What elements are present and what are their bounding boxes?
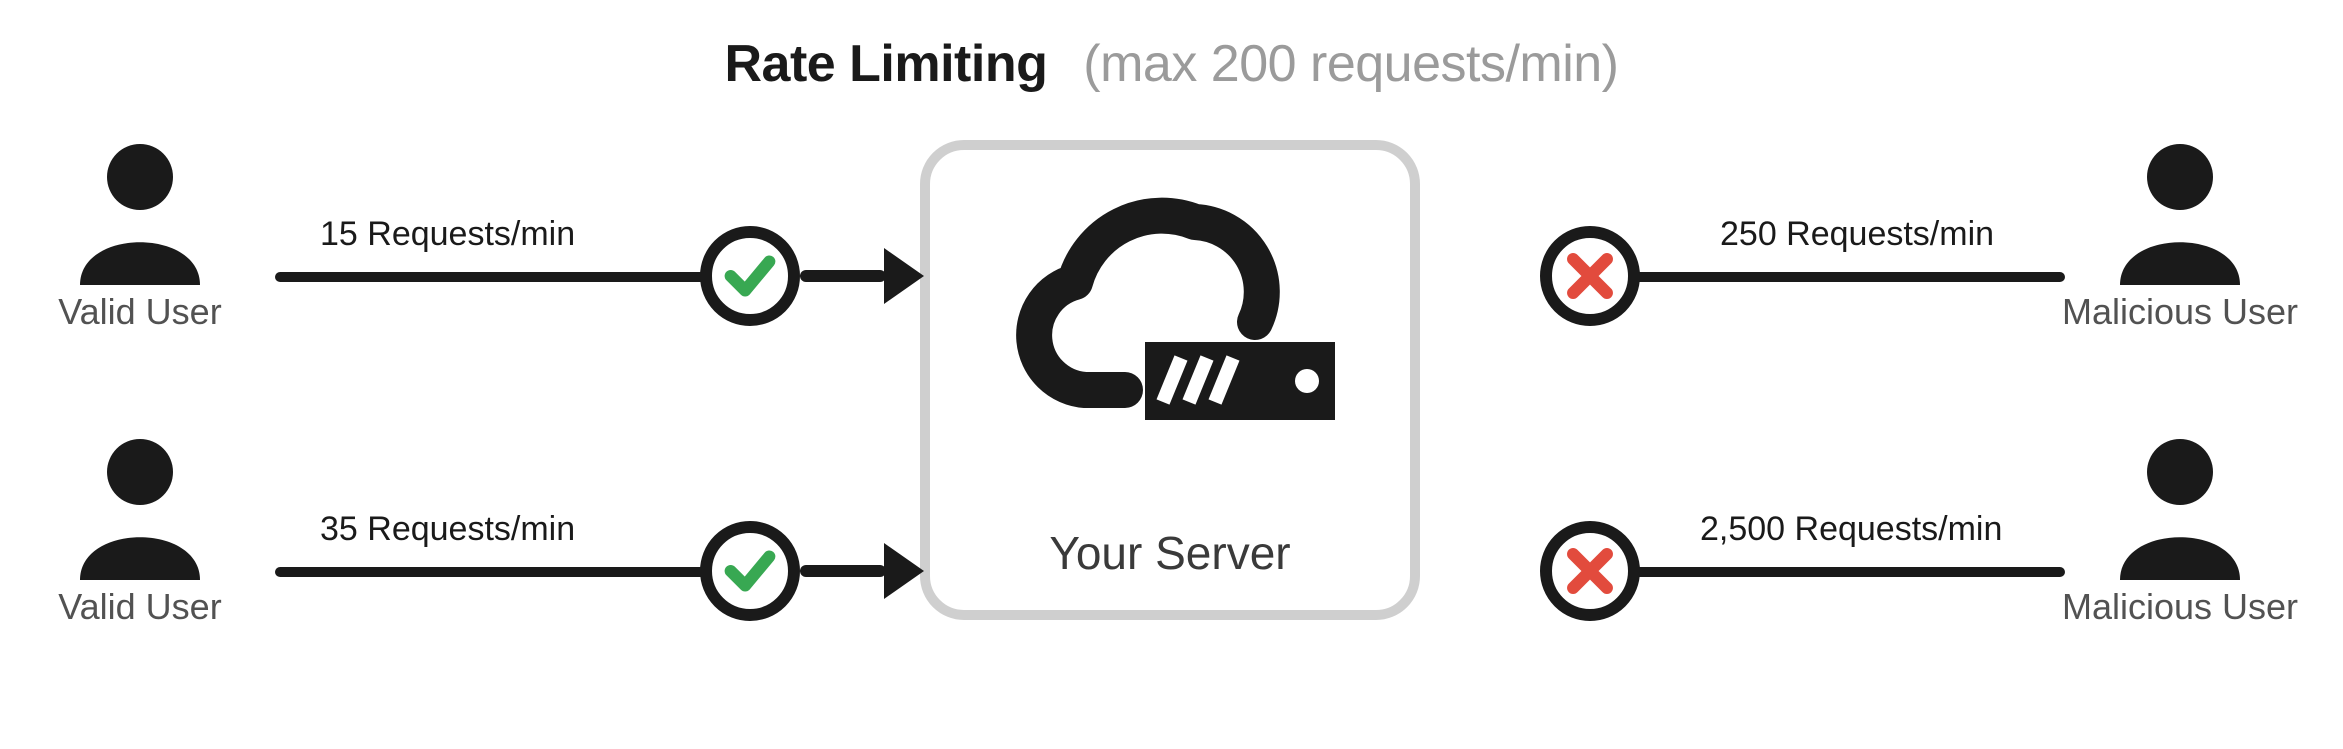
user-label: Malicious User [2050, 586, 2310, 628]
cloud-server-icon [1005, 172, 1335, 432]
rate-label-left-1: 15 Requests/min [320, 215, 575, 254]
user-label: Valid User [40, 291, 240, 333]
check-icon [700, 226, 800, 326]
user-label: Valid User [40, 586, 240, 628]
rate-label-right-2: 2,500 Requests/min [1700, 510, 2002, 549]
flow-line-right-1 [1610, 272, 2065, 282]
check-icon [700, 521, 800, 621]
flow-line-right-2 [1610, 567, 2065, 577]
allow-badge-1 [700, 226, 800, 326]
block-badge-2 [1540, 521, 1640, 621]
flow-line-left-1 [275, 272, 720, 282]
rate-limiting-diagram: Rate Limiting (max 200 requests/min) You… [0, 0, 2343, 749]
person-icon [2105, 430, 2255, 580]
title-main: Rate Limiting [725, 35, 1048, 93]
flow-line-left-2 [275, 567, 720, 577]
rate-label-right-1: 250 Requests/min [1720, 215, 1994, 254]
arrow-into-server-2 [800, 565, 920, 577]
user-label: Malicious User [2050, 291, 2310, 333]
block-badge-1 [1540, 226, 1640, 326]
person-icon [65, 135, 215, 285]
cross-icon [1540, 521, 1640, 621]
arrow-into-server-1 [800, 270, 920, 282]
valid-user-1: Valid User [40, 135, 240, 333]
diagram-title: Rate Limiting (max 200 requests/min) [0, 34, 2343, 94]
allow-badge-2 [700, 521, 800, 621]
malicious-user-2: Malicious User [2050, 430, 2310, 628]
cross-icon [1540, 226, 1640, 326]
valid-user-2: Valid User [40, 430, 240, 628]
title-sub: (max 200 requests/min) [1083, 35, 1618, 93]
server-box: Your Server [920, 140, 1420, 620]
server-label: Your Server [930, 526, 1410, 580]
person-icon [65, 430, 215, 580]
malicious-user-1: Malicious User [2050, 135, 2310, 333]
person-icon [2105, 135, 2255, 285]
rate-label-left-2: 35 Requests/min [320, 510, 575, 549]
